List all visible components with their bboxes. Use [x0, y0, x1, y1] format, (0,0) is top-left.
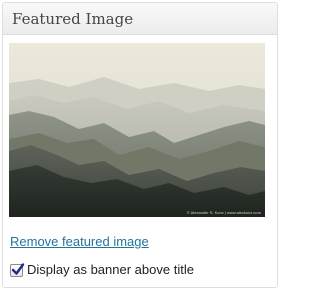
- image-watermark: © Alexander S. Kunz | www.alexkunz.com: [187, 210, 262, 215]
- banner-option-row: Display as banner above title: [10, 262, 194, 278]
- remove-featured-image-link[interactable]: Remove featured image: [10, 234, 149, 250]
- box-header[interactable]: Featured Image: [3, 3, 277, 35]
- featured-image-thumbnail[interactable]: © Alexander S. Kunz | www.alexkunz.com: [9, 43, 265, 217]
- banner-checkbox-label[interactable]: Display as banner above title: [27, 262, 194, 278]
- checkmark-icon: [11, 262, 25, 275]
- box-title: Featured Image: [12, 10, 134, 28]
- banner-checkbox[interactable]: [10, 262, 25, 277]
